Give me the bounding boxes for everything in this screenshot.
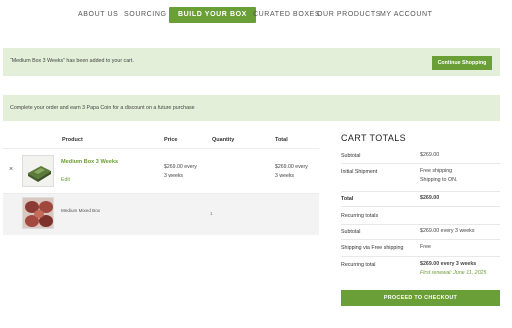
totals-label: Recurring total xyxy=(341,262,376,268)
totals-row-shipping: Shipping via Free shipping Free xyxy=(341,240,500,257)
papa-coin-message: Complete your order and earn 3 Papa Coin… xyxy=(10,105,195,111)
totals-value: $269.00 xyxy=(420,195,440,201)
totals-label: Subtotal xyxy=(341,153,361,159)
totals-value: Free shipping Shipping to ON. xyxy=(420,168,458,183)
product-thumbnail[interactable] xyxy=(22,155,54,187)
totals-row-subtotal: Subtotal $269.00 xyxy=(341,148,500,164)
product-name-link[interactable]: Medium Box 3 Weeks xyxy=(61,159,118,165)
header-product: Product xyxy=(62,137,83,143)
totals-label: Total xyxy=(341,196,354,202)
totals-label: Initial Shipment xyxy=(341,169,378,175)
cart-totals-title: CART TOTALS xyxy=(341,133,407,143)
totals-label: Recurring totals xyxy=(341,213,379,219)
nav-build-your-box[interactable]: BUILD YOUR BOX xyxy=(169,7,256,23)
totals-label: Subtotal xyxy=(341,229,361,235)
nav-sourcing[interactable]: SOURCING xyxy=(124,7,167,23)
totals-row-recurring-subtotal: Subtotal $269.00 every 3 weeks xyxy=(341,225,500,240)
nav-about-us[interactable]: ABOUT US xyxy=(78,7,118,23)
totals-row-total: Total $269.00 xyxy=(341,192,500,207)
nav-curated-boxes[interactable]: CURATED BOXES xyxy=(253,7,320,23)
totals-row-recurring-header: Recurring totals xyxy=(341,207,500,225)
totals-value: $269.00 every 3 weeks xyxy=(420,228,475,234)
papa-coin-notice: Complete your order and earn 3 Papa Coin… xyxy=(3,95,500,121)
added-to-cart-notice: “Medium Box 3 Weeks” has been added to y… xyxy=(3,48,500,76)
remove-item-icon[interactable]: × xyxy=(9,166,13,173)
totals-value: $269.00 xyxy=(420,152,440,158)
edit-link[interactable]: Edit xyxy=(61,177,70,183)
item-price: $269.00 every 3 weeks xyxy=(164,164,197,179)
subitem-name: Medium Mixed Box xyxy=(61,208,101,213)
proceed-to-checkout-button[interactable]: PROCEED TO CHECKOUT xyxy=(341,290,500,306)
subitem-thumbnail xyxy=(22,197,54,229)
totals-row-recurring-total: Recurring total $269.00 every 3 weeks Fi… xyxy=(341,257,500,281)
subitem-quantity: 1 xyxy=(210,211,213,216)
nav-our-products[interactable]: OUR PRODUCTS xyxy=(317,7,381,23)
added-to-cart-message: “Medium Box 3 Weeks” has been added to y… xyxy=(10,58,134,64)
main-navigation: ABOUT US SOURCING BUILD YOUR BOX CURATED… xyxy=(0,7,512,23)
totals-value: $269.00 every 3 weeks First renewal: Jun… xyxy=(420,261,487,276)
header-price: Price xyxy=(164,137,178,143)
header-quantity: Quantity xyxy=(212,137,235,143)
header-total: Total xyxy=(275,137,288,143)
totals-value: Free xyxy=(420,244,431,250)
continue-shopping-button[interactable]: Continue Shopping xyxy=(432,56,492,70)
totals-label: Shipping via Free shipping xyxy=(341,245,404,251)
nav-my-account[interactable]: MY ACCOUNT xyxy=(380,7,433,23)
totals-row-initial-shipment: Initial Shipment Free shipping Shipping … xyxy=(341,164,500,192)
first-renewal-date: First renewal: June 11, 2025 xyxy=(420,270,487,276)
item-total: $269.00 every 3 weeks xyxy=(275,164,308,179)
